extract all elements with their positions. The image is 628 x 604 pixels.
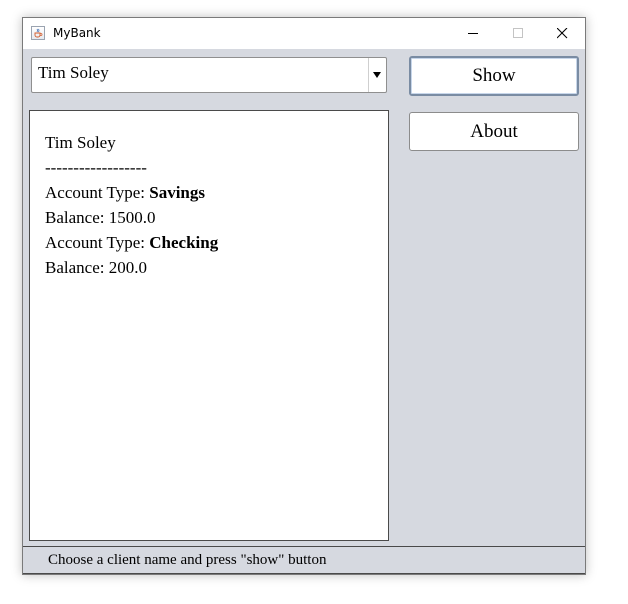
minimize-icon bbox=[468, 33, 478, 34]
client-name: Tim Soley bbox=[45, 133, 116, 152]
minimize-button[interactable] bbox=[451, 18, 496, 49]
account-type-value: Checking bbox=[149, 233, 219, 252]
status-bar: Choose a client name and press "show" bu… bbox=[23, 546, 585, 574]
chevron-down-icon bbox=[373, 72, 381, 78]
balance-line: Balance: 200.0 bbox=[45, 255, 388, 280]
title-bar[interactable]: MyBank bbox=[23, 18, 585, 49]
balance-line: Balance: 1500.0 bbox=[45, 205, 388, 230]
dropdown-arrow-button[interactable] bbox=[368, 58, 386, 92]
close-icon bbox=[557, 28, 568, 39]
balance-value: 1500.0 bbox=[108, 208, 156, 227]
window-title: MyBank bbox=[53, 26, 101, 40]
separator-line: ------------------ bbox=[45, 158, 147, 177]
client-details-panel: Tim Soley ------------------ Account Typ… bbox=[29, 110, 389, 541]
maximize-button bbox=[496, 18, 541, 49]
client-select-value: Tim Soley bbox=[38, 63, 109, 82]
balance-label: Balance: bbox=[45, 208, 109, 227]
java-cup-icon bbox=[31, 26, 45, 40]
account-type-label: Account Type: bbox=[45, 233, 150, 252]
show-button[interactable]: Show bbox=[409, 56, 579, 96]
balance-label: Balance: bbox=[45, 258, 109, 277]
app-window: MyBank Tim Soley Show About Tim Soley --… bbox=[22, 17, 586, 575]
account-type-line: Account Type: Savings bbox=[45, 180, 388, 205]
close-button[interactable] bbox=[540, 18, 585, 49]
account-type-label: Account Type: bbox=[45, 183, 150, 202]
maximize-icon bbox=[513, 28, 523, 38]
account-type-value: Savings bbox=[149, 183, 205, 202]
account-type-line: Account Type: Checking bbox=[45, 230, 388, 255]
status-text: Choose a client name and press "show" bu… bbox=[48, 552, 327, 568]
client-select[interactable]: Tim Soley bbox=[31, 57, 387, 93]
about-button[interactable]: About bbox=[409, 112, 579, 151]
balance-value: 200.0 bbox=[108, 258, 147, 277]
